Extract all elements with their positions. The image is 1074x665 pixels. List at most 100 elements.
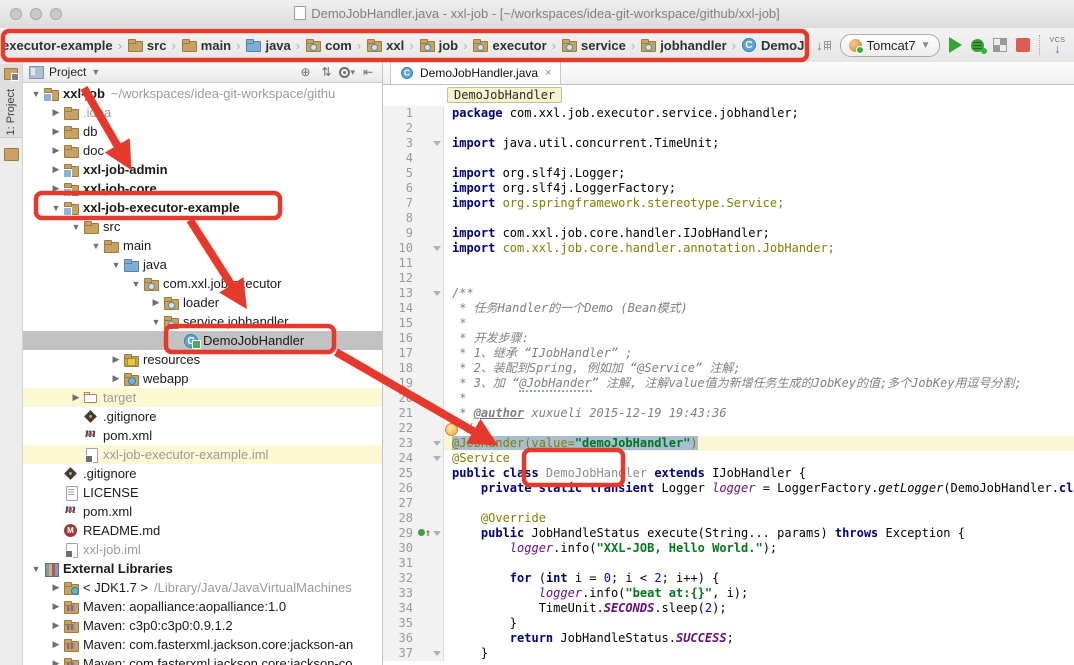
code-line-15[interactable]: 15 * — [383, 316, 1074, 331]
tree-row--jdk1-7-[interactable]: ▶< JDK1.7 >/Library/Java/JavaVirtualMach… — [23, 578, 382, 597]
tree-expander-icon[interactable]: ▼ — [69, 222, 83, 232]
tree-expander-icon[interactable]: ▶ — [49, 164, 63, 175]
tree-row-xxl-job[interactable]: ▼xxl-job~/workspaces/idea-git-workspace/… — [23, 84, 382, 103]
breadcrumb-item-src[interactable]: src — [127, 38, 167, 53]
tree-expander-icon[interactable]: ▶ — [109, 354, 123, 365]
code-line-21[interactable]: 21 * @author xuxueli 2015-12-19 19:43:36 — [383, 406, 1074, 421]
tree-row-com-xxl-job-executor[interactable]: ▼com.xxl.job.executor — [23, 274, 382, 293]
code-line-37[interactable]: 37 } — [383, 646, 1074, 661]
sidebar-item-project[interactable]: 1: Project — [0, 64, 22, 138]
code-line-20[interactable]: 20 * — [383, 391, 1074, 406]
tree-expander-icon[interactable]: ▶ — [49, 582, 63, 593]
tree-row-maven-aopalliance-aopalliance-1-0[interactable]: ▶Maven: aopalliance:aopalliance:1.0 — [23, 597, 382, 616]
project-panel-title[interactable]: Project — [49, 65, 86, 79]
tab-demojobhandler[interactable]: DemoJobHandler.java × — [390, 62, 561, 84]
run-configuration-select[interactable]: Tomcat7 ▼ — [840, 34, 940, 57]
tree-expander-icon[interactable]: ▼ — [129, 279, 143, 289]
tree-row-webapp[interactable]: ▶webapp — [23, 369, 382, 388]
code-line-29[interactable]: 29 public JobHandleStatus execute(String… — [383, 526, 1074, 541]
tree-row-external-libraries[interactable]: ▼External Libraries — [23, 559, 382, 578]
code-line-36[interactable]: 36 return JobHandleStatus.SUCCESS; — [383, 631, 1074, 646]
breadcrumb-item-demojobhandler[interactable]: DemoJobHandler — [741, 38, 808, 53]
close-tab-icon[interactable]: × — [545, 67, 551, 79]
code-line-16[interactable]: 16 * 开发步骤: — [383, 331, 1074, 346]
tree-row-pom-xml[interactable]: pom.xml — [23, 426, 382, 445]
code-line-19[interactable]: 19 * 3、加 “@JobHander” 注解, 注解value值为新增任务生… — [383, 376, 1074, 391]
code-line-7[interactable]: 7import org.springframework.stereotype.S… — [383, 196, 1074, 211]
editor-breadcrumb-chip[interactable]: DemoJobHandler — [447, 87, 562, 103]
code-line-28[interactable]: 28 @Override — [383, 511, 1074, 526]
tree-expander-icon[interactable]: ▼ — [29, 89, 43, 99]
tree-row-java[interactable]: ▼java — [23, 255, 382, 274]
tree-row-resources[interactable]: ▶resources — [23, 350, 382, 369]
tree-expander-icon[interactable]: ▶ — [149, 297, 163, 308]
code-line-4[interactable]: 4 — [383, 151, 1074, 166]
tree-row-xxl-job-executor-example-iml[interactable]: xxl-job-executor-example.iml — [23, 445, 382, 464]
code-line-24[interactable]: 24@Service — [383, 451, 1074, 466]
collapse-all-icon[interactable]: ⇅ — [318, 65, 334, 79]
tree-expander-icon[interactable]: ▼ — [149, 317, 163, 327]
breadcrumb-item-executor-example[interactable]: executor-example — [2, 38, 113, 53]
code-line-13[interactable]: 13/** — [383, 286, 1074, 301]
breadcrumb-item-jobhandler[interactable]: jobhandler — [640, 38, 726, 53]
vcs-update-button[interactable]: VCS↓ — [1050, 37, 1066, 53]
tree-row-loader[interactable]: ▶loader — [23, 293, 382, 312]
locate-file-icon[interactable]: ⊕ — [297, 65, 313, 79]
tree-row-demojobhandler[interactable]: DemoJobHandler — [23, 331, 382, 350]
code-line-34[interactable]: 34 TimeUnit.SECONDS.sleep(2); — [383, 601, 1074, 616]
tree-row-pom-xml[interactable]: pom.xml — [23, 502, 382, 521]
code-line-8[interactable]: 8 — [383, 211, 1074, 226]
code-line-12[interactable]: 12 — [383, 271, 1074, 286]
tree-expander-icon[interactable]: ▼ — [109, 260, 123, 270]
code-line-3[interactable]: 3import java.util.concurrent.TimeUnit; — [383, 136, 1074, 151]
code-line-17[interactable]: 17 * 1、继承 “IJobHandler” ; — [383, 346, 1074, 361]
breadcrumb-item-java[interactable]: java — [245, 38, 290, 53]
code-line-1[interactable]: 1package com.xxl.job.executor.service.jo… — [383, 106, 1074, 121]
breadcrumb-item-job[interactable]: job — [419, 38, 459, 53]
tree-row-db[interactable]: ▶db — [23, 122, 382, 141]
code-line-33[interactable]: 33 logger.info("beat at:{}", i); — [383, 586, 1074, 601]
tool-window-icon[interactable] — [4, 148, 19, 161]
code-line-6[interactable]: 6import org.slf4j.LoggerFactory; — [383, 181, 1074, 196]
tree-expander-icon[interactable]: ▼ — [49, 203, 63, 213]
tree-expander-icon[interactable]: ▶ — [69, 392, 83, 403]
debug-button[interactable] — [971, 39, 984, 52]
tree-row-xxl-job-core[interactable]: ▶xxl-job-core — [23, 179, 382, 198]
stop-button[interactable] — [1016, 38, 1030, 52]
code-line-25[interactable]: 25public class DemoJobHandler extends IJ… — [383, 466, 1074, 481]
code-line-9[interactable]: 9import com.xxl.job.core.handler.IJobHan… — [383, 226, 1074, 241]
tree-row-xxl-job-executor-example[interactable]: ▼xxl-job-executor-example — [23, 198, 382, 217]
breadcrumb-item-executor[interactable]: executor — [472, 38, 546, 53]
coverage-button[interactable] — [993, 38, 1007, 52]
tree-row-target[interactable]: ▶target — [23, 388, 382, 407]
tree-row-main[interactable]: ▼main — [23, 236, 382, 255]
intention-bulb-icon[interactable] — [445, 423, 458, 436]
settings-gear-icon[interactable]: ▾ — [339, 67, 355, 78]
code-line-11[interactable]: 11 — [383, 256, 1074, 271]
tree-row-xxl-job-iml[interactable]: xxl-job.iml — [23, 540, 382, 559]
code-line-22[interactable]: 22 */ — [383, 421, 1074, 436]
code-line-31[interactable]: 31 — [383, 556, 1074, 571]
tree-row-src[interactable]: ▼src — [23, 217, 382, 236]
tree-expander-icon[interactable]: ▶ — [49, 658, 63, 665]
tree-expander-icon[interactable]: ▶ — [49, 107, 63, 118]
breadcrumb-item-service[interactable]: service — [561, 38, 626, 53]
tree-expander-icon[interactable]: ▶ — [109, 373, 123, 384]
hide-panel-icon[interactable]: ⇤ — [360, 65, 376, 79]
breadcrumb-item-xxl[interactable]: xxl — [366, 38, 404, 53]
code-line-5[interactable]: 5import org.slf4j.Logger; — [383, 166, 1074, 181]
code-line-14[interactable]: 14 * 任务Handler的一个Demo (Bean模式) — [383, 301, 1074, 316]
tree-expander-icon[interactable]: ▶ — [49, 183, 63, 194]
code-line-30[interactable]: 30 logger.info("XXL-JOB, Hello World."); — [383, 541, 1074, 556]
tree-row-readme-md[interactable]: README.md — [23, 521, 382, 540]
tree-row-maven-com-fasterxml-jackson-core-jackson-an[interactable]: ▶Maven: com.fasterxml.jackson.core:jacks… — [23, 635, 382, 654]
tree-row--idea[interactable]: ▶.idea — [23, 103, 382, 122]
code-line-23[interactable]: 23@JobHander(value="demoJobHandler") — [383, 436, 1074, 451]
tree-expander-icon[interactable]: ▶ — [49, 639, 63, 650]
code-line-10[interactable]: 10import com.xxl.job.core.handler.annota… — [383, 241, 1074, 256]
tree-row-xxl-job-admin[interactable]: ▶xxl-job-admin — [23, 160, 382, 179]
tree-row-doc[interactable]: ▶doc — [23, 141, 382, 160]
breadcrumb-item-main[interactable]: main — [181, 38, 231, 53]
tree-expander-icon[interactable]: ▶ — [49, 620, 63, 631]
code-line-26[interactable]: 26 private static transient Logger logge… — [383, 481, 1074, 496]
